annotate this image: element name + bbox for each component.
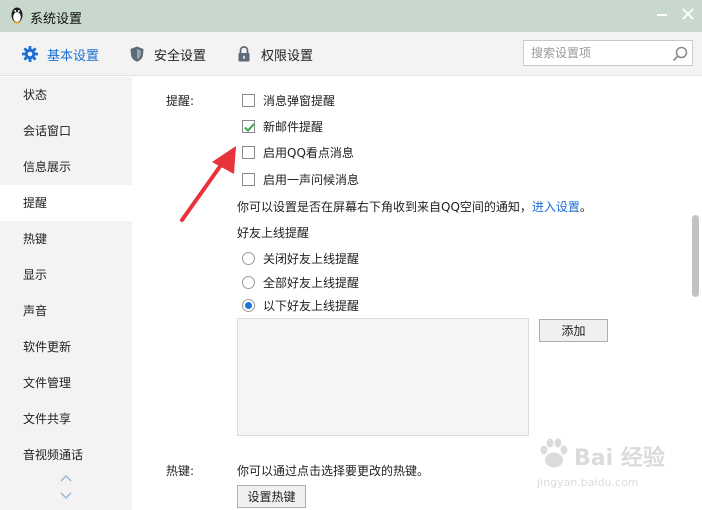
radio-all-friend-online[interactable] (242, 276, 255, 289)
radio-close-friend-online[interactable] (242, 252, 255, 265)
sidebar-item-reminder[interactable]: 提醒 (0, 185, 132, 221)
watermark-text: Bai 经验 (574, 446, 665, 471)
sidebar-item-file-management[interactable]: 文件管理 (0, 365, 132, 401)
greeting-label[interactable]: 启用一声问候消息 (263, 171, 359, 188)
sidebar-item-chat-window[interactable]: 会话窗口 (0, 113, 132, 149)
chevron-up-icon[interactable] (59, 473, 73, 483)
sidebar-item-hotkey[interactable]: 热键 (0, 221, 132, 257)
qzone-hint-text: 你可以设置是否在屏幕右下角收到来自QQ空间的通知， (237, 200, 532, 214)
reminder-section-label: 提醒: (166, 94, 195, 108)
minimize-icon (657, 14, 667, 16)
friend-online-title: 好友上线提醒 (237, 226, 310, 240)
tab-label: 安全设置 (154, 48, 207, 64)
qq-penguin-icon (11, 7, 23, 24)
add-friend-button[interactable]: 添加 (539, 319, 608, 342)
radio-selected-friend-online[interactable] (242, 299, 255, 312)
search-icon[interactable] (671, 45, 689, 63)
gear-icon (22, 46, 38, 62)
lock-icon (238, 46, 250, 62)
sidebar-item-av-call[interactable]: 音视频通话 (0, 437, 132, 473)
checkbox-qq-kandian[interactable] (242, 146, 255, 159)
checkbox-new-mail[interactable] (242, 120, 255, 133)
close-friend-online-label[interactable]: 关闭好友上线提醒 (263, 250, 359, 267)
shield-icon (130, 46, 144, 62)
sidebar: 状态 会话窗口 信息展示 提醒 热键 显示 声音 软件更新 文件管理 文件共享 … (0, 77, 132, 510)
sidebar-item-display[interactable]: 显示 (0, 257, 132, 293)
friend-list-box[interactable] (237, 318, 529, 436)
checkbox-greeting[interactable] (242, 173, 255, 186)
title-bar: 系统设置 (0, 0, 702, 32)
radio-selected-dot (245, 302, 252, 309)
enter-settings-link[interactable]: 进入设置 (532, 200, 580, 214)
message-popup-label[interactable]: 消息弹窗提醒 (263, 92, 335, 109)
scrollbar-thumb[interactable] (692, 215, 699, 297)
chevron-down-icon[interactable] (59, 491, 73, 501)
tab-bar: 基本设置 安全设置 权限设置 (0, 32, 702, 76)
close-icon (682, 8, 694, 20)
hotkey-hint: 你可以通过点击选择要更改的热键。 (237, 464, 430, 478)
sidebar-item-software-update[interactable]: 软件更新 (0, 329, 132, 365)
checkbox-message-popup[interactable] (242, 94, 255, 107)
paw-icon (540, 438, 568, 468)
sidebar-item-info-display[interactable]: 信息展示 (0, 149, 132, 185)
sidebar-item-file-sharing[interactable]: 文件共享 (0, 401, 132, 437)
baidu-watermark: Bai 经验 jingyan.baidu.com (536, 432, 676, 492)
set-hotkey-button[interactable]: 设置热键 (237, 485, 306, 508)
tab-label: 基本设置 (47, 48, 100, 64)
checkmark-icon (244, 123, 255, 132)
qq-kandian-label[interactable]: 启用QQ看点消息 (263, 144, 354, 161)
tab-permission-settings[interactable]: 权限设置 (235, 32, 313, 76)
search-input[interactable] (524, 41, 666, 65)
hotkey-section-label: 热键: (166, 464, 195, 478)
tab-basic-settings[interactable]: 基本设置 (21, 32, 99, 76)
window-title: 系统设置 (30, 12, 83, 27)
qzone-notice-hint: 你可以设置是否在屏幕右下角收到来自QQ空间的通知，进入设置。 (237, 198, 592, 215)
watermark-url: jingyan.baidu.com (537, 476, 639, 489)
close-button[interactable] (678, 4, 698, 24)
new-mail-label[interactable]: 新邮件提醒 (263, 118, 323, 135)
selected-friend-online-label[interactable]: 以下好友上线提醒 (263, 297, 359, 314)
tab-label: 权限设置 (261, 48, 314, 64)
sidebar-item-sound[interactable]: 声音 (0, 293, 132, 329)
sidebar-item-status[interactable]: 状态 (0, 77, 132, 113)
all-friend-online-label[interactable]: 全部好友上线提醒 (263, 274, 359, 291)
minimize-button[interactable] (652, 4, 672, 24)
red-annotation-arrow (180, 146, 236, 222)
qzone-hint-end: 。 (579, 200, 592, 214)
tab-security-settings[interactable]: 安全设置 (128, 32, 206, 76)
search-box (523, 40, 693, 66)
